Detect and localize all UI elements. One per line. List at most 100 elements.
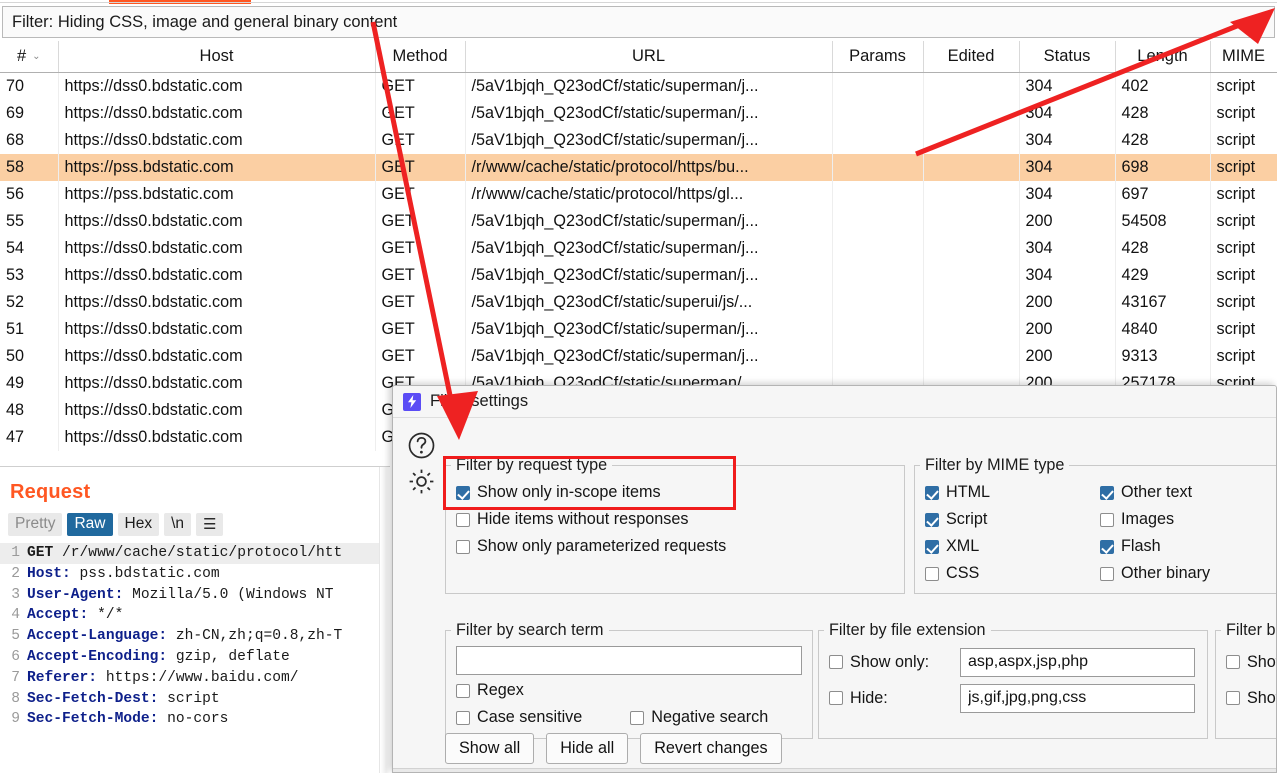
checkbox-icon[interactable] <box>1226 655 1240 669</box>
checkbox-icon[interactable] <box>925 512 939 527</box>
checkbox-icon[interactable] <box>1100 512 1114 527</box>
file-extension-row: Hide: <box>829 680 1197 716</box>
revert-changes-button[interactable]: Revert changes <box>640 733 782 764</box>
column-header-url[interactable]: URL <box>465 41 833 73</box>
cell-mime: script <box>1210 180 1277 208</box>
checkbox-case-sensitive[interactable]: Case sensitive <box>456 704 582 731</box>
table-row[interactable]: 68 https://dss0.bdstatic.com GET/5aV1bjqh_… <box>0 126 1277 154</box>
checkbox-icon[interactable] <box>925 539 939 554</box>
table-row[interactable]: 56 https://pss.bdstatic.com GET/r/www/cach… <box>0 180 1277 208</box>
gear-icon[interactable] <box>407 467 436 496</box>
checkbox-html[interactable]: HTML <box>925 479 1100 506</box>
annotation-legend: Filter b <box>1226 621 1276 639</box>
request-line: 2 Host: pss.bdstatic.com <box>0 564 390 585</box>
request-scrollbar[interactable] <box>379 467 390 773</box>
column-header-method[interactable]: Method <box>375 41 466 73</box>
checkbox-icon[interactable] <box>630 710 645 725</box>
request-tab-raw[interactable]: Raw <box>67 513 113 536</box>
column-header-edited[interactable]: Edited <box>923 41 1020 73</box>
cell-status: 200 <box>1019 342 1116 370</box>
hide-all-button[interactable]: Hide all <box>546 733 629 764</box>
table-row[interactable]: 55 https://dss0.bdstatic.com GET/5aV1bjqh_… <box>0 207 1277 235</box>
column-header-length[interactable]: Length <box>1115 41 1211 73</box>
checkbox-label: CSS <box>946 564 980 582</box>
filter-by-annotation-group: Filter b Show Show <box>1215 621 1276 739</box>
table-row[interactable]: 52 https://dss0.bdstatic.com GET/5aV1bjqh_… <box>0 288 1277 316</box>
checkbox-images[interactable]: Images <box>1100 506 1275 533</box>
checkbox-icon[interactable] <box>829 691 843 705</box>
checkbox-hide[interactable]: Hide: <box>829 685 954 712</box>
checkbox-hide-items-without-responses[interactable]: Hide items without responses <box>456 506 894 533</box>
file-extension-row: Show only: <box>829 644 1197 680</box>
cell-method: GET <box>375 207 466 235</box>
cell-method: GET <box>375 72 466 100</box>
checkbox-icon[interactable] <box>1100 539 1114 554</box>
column-header-status[interactable]: Status <box>1019 41 1116 73</box>
table-row[interactable]: 58 https://pss.bdstatic.com GET/r/www/cach… <box>0 153 1277 181</box>
annotation-row: Show <box>1226 644 1276 680</box>
checkbox-regex[interactable]: Regex <box>456 677 802 704</box>
checkbox-xml[interactable]: XML <box>925 533 1100 560</box>
cell-edited <box>923 234 1020 262</box>
checkbox-icon[interactable] <box>829 655 843 669</box>
checkbox-icon[interactable] <box>456 683 470 698</box>
cell-edited <box>923 99 1020 127</box>
file-extension-input-hide[interactable] <box>960 683 1195 713</box>
request-tab-hex[interactable]: Hex <box>117 513 160 536</box>
column-header-host[interactable]: Host <box>58 41 376 73</box>
table-row[interactable]: 70 https://dss0.bdstatic.com GET/5aV1bjqh_… <box>0 72 1277 100</box>
checkbox-flash[interactable]: Flash <box>1100 533 1275 560</box>
checkbox-icon[interactable] <box>456 710 470 725</box>
checkbox-icon[interactable] <box>1100 485 1114 500</box>
cell-status: 304 <box>1019 234 1116 262</box>
column-header-params[interactable]: Params <box>832 41 924 73</box>
request-tab-pretty[interactable]: Pretty <box>8 513 63 536</box>
question-circle-icon[interactable] <box>408 432 435 459</box>
table-row[interactable]: 53 https://dss0.bdstatic.com GET/5aV1bjqh_… <box>0 261 1277 289</box>
checkbox-show-only[interactable]: Show only: <box>829 649 954 676</box>
table-row[interactable]: 51 https://dss0.bdstatic.com GET/5aV1bjqh_… <box>0 315 1277 343</box>
cell-mime: script <box>1210 315 1277 343</box>
mime-type-column-left: HTML Script XML CSS <box>925 479 1100 587</box>
checkbox-icon[interactable] <box>456 512 470 527</box>
request-view-tabs[interactable]: Pretty Raw Hex \n ☰ <box>0 504 390 536</box>
checkbox-other-text[interactable]: Other text <box>1100 479 1275 506</box>
filter-bar[interactable]: Filter: Hiding CSS, image and general bi… <box>2 6 1275 38</box>
checkbox-negative-search[interactable]: Negative search <box>630 704 768 731</box>
checkbox-label: Script <box>946 510 988 528</box>
table-row[interactable]: 54 https://dss0.bdstatic.com GET/5aV1bjqh_… <box>0 234 1277 262</box>
hamburger-icon[interactable]: ☰ <box>196 513 224 536</box>
checkbox-other-binary[interactable]: Other binary <box>1100 560 1275 587</box>
checkbox-show[interactable]: Show <box>1226 685 1276 712</box>
filter-by-search-term-group: Filter by search term Regex Case sensitiv… <box>445 621 813 739</box>
checkbox-icon[interactable] <box>925 566 939 581</box>
column-header-num[interactable]: # ⌄ <box>0 41 59 73</box>
checkbox-show-only-parameterized-requests[interactable]: Show only parameterized requests <box>456 533 894 560</box>
burp-logo-icon <box>403 392 421 411</box>
cell-url: /5aV1bjqh_Q23odCf/static/superui/js/... <box>465 288 833 316</box>
request-tab-n[interactable]: \n <box>164 513 192 536</box>
checkbox-icon[interactable] <box>456 485 470 500</box>
cell-params <box>832 99 924 127</box>
show-all-button[interactable]: Show all <box>445 733 535 764</box>
checkbox-css[interactable]: CSS <box>925 560 1100 587</box>
cell-mime: script <box>1210 261 1277 289</box>
checkbox-icon[interactable] <box>1100 566 1114 581</box>
cell-method: GET <box>375 234 466 262</box>
line-number: 4 <box>11 607 20 624</box>
checkbox-script[interactable]: Script <box>925 506 1100 533</box>
checkbox-icon[interactable] <box>925 485 939 500</box>
table-row[interactable]: 50 https://dss0.bdstatic.com GET/5aV1bjqh_… <box>0 342 1277 370</box>
table-row[interactable]: 69 https://dss0.bdstatic.com GET/5aV1bjqh_… <box>0 99 1277 127</box>
checkbox-show-only-in-scope-items[interactable]: Show only in-scope items <box>456 479 894 506</box>
cell-mime: script <box>1210 207 1277 235</box>
request-raw-text[interactable]: 1 GET /r/www/cache/static/protocol/htt 2 Ho… <box>0 543 390 730</box>
checkbox-icon[interactable] <box>456 539 470 554</box>
column-header-mime[interactable]: MIME <box>1210 41 1277 73</box>
checkbox-icon[interactable] <box>1226 691 1240 705</box>
file-extension-input-show-only[interactable] <box>960 647 1195 677</box>
cell-url: /r/www/cache/static/protocol/https/bu... <box>465 153 833 181</box>
search-term-input[interactable] <box>456 646 802 675</box>
search-term-options: Regex Case sensitive Negative search <box>456 677 802 731</box>
checkbox-show[interactable]: Show <box>1226 649 1276 676</box>
